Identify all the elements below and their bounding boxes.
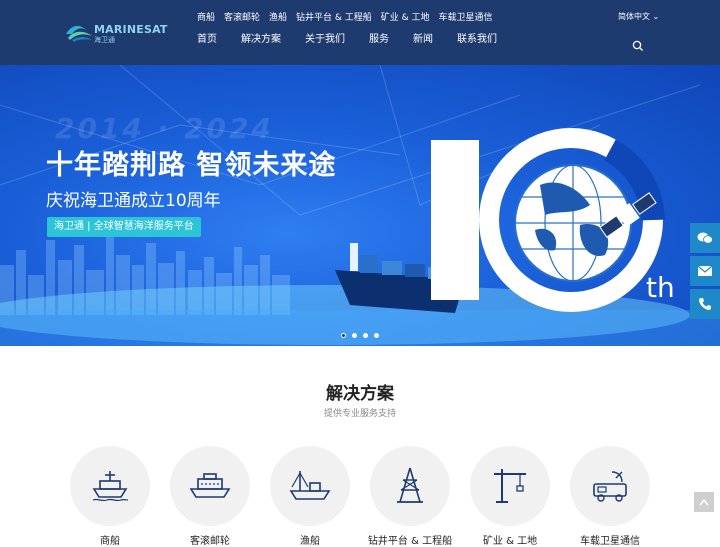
cruise-ship-icon xyxy=(189,473,231,498)
carousel-dot-2[interactable] xyxy=(352,333,357,338)
back-to-top-button[interactable] xyxy=(694,492,714,512)
nav-news[interactable]: 新闻 xyxy=(413,30,433,45)
solution-card-drilling[interactable] xyxy=(370,446,450,526)
vehicle-satellite-icon xyxy=(593,471,627,502)
phone-icon xyxy=(699,298,711,310)
solution-card-mining[interactable] xyxy=(470,446,550,526)
nav-about[interactable]: 关于我们 xyxy=(305,30,345,45)
solutions-grid xyxy=(70,446,652,526)
language-label: 简体中文 xyxy=(618,12,650,21)
svg-text:th: th xyxy=(646,271,675,304)
logo-wave-icon xyxy=(66,25,92,42)
top-link-vehicle[interactable]: 车载卫星通信 xyxy=(439,10,493,23)
top-links: 商船 客滚邮轮 渔船 钻井平台 & 工程船 矿业 & 工地 车载卫星通信 xyxy=(197,10,493,23)
solution-card-fishing[interactable] xyxy=(270,446,350,526)
wechat-button[interactable] xyxy=(690,223,720,253)
top-link-cruise[interactable]: 客滚邮轮 xyxy=(224,10,260,23)
cargo-ship-icon xyxy=(92,471,129,502)
mail-icon xyxy=(697,265,713,276)
site-header: MARINESAT 海卫通 商船 客滚邮轮 渔船 钻井平台 & 工程船 矿业 &… xyxy=(0,0,720,65)
search-icon xyxy=(632,40,643,51)
carousel-dot-1[interactable] xyxy=(341,333,346,338)
wechat-icon xyxy=(697,232,713,244)
phone-button[interactable] xyxy=(690,289,720,319)
top-link-mining[interactable]: 矿业 & 工地 xyxy=(381,10,430,23)
solution-card-merchant[interactable] xyxy=(70,446,150,526)
side-float-toolbar xyxy=(690,223,720,322)
solutions-title: 解决方案 xyxy=(326,384,394,404)
top-link-fishing[interactable]: 渔船 xyxy=(269,10,287,23)
drilling-rig-icon xyxy=(397,467,423,503)
language-selector[interactable]: 简体中文 ⌄ xyxy=(618,11,659,22)
solutions-subtitle: 提供专业服务支持 xyxy=(323,409,396,419)
carousel-dot-4[interactable] xyxy=(374,333,379,338)
carousel-dot-3[interactable] xyxy=(363,333,368,338)
solution-card-vehicle[interactable] xyxy=(570,446,650,526)
carousel-dots xyxy=(341,333,379,338)
solution-card-cruise[interactable] xyxy=(170,446,250,526)
nav-contact[interactable]: 联系我们 xyxy=(457,30,497,45)
chevron-up-icon xyxy=(699,498,709,506)
top-link-drilling[interactable]: 钻井平台 & 工程船 xyxy=(296,10,372,23)
nav-service[interactable]: 服务 xyxy=(369,30,389,45)
banner-title: 十年踏荆路 智领未来途 xyxy=(46,150,337,181)
main-nav: 首页 解决方案 关于我们 服务 新闻 联系我们 xyxy=(197,30,521,45)
banner-tag: 海卫通 | 全球智慧海洋服务平台 xyxy=(47,217,201,237)
banner-subtitle: 庆祝海卫通成立10周年 xyxy=(46,191,221,211)
banner-watermark: 2014 · 2024 xyxy=(55,112,274,145)
email-button[interactable] xyxy=(690,256,720,286)
search-button[interactable] xyxy=(632,37,644,51)
fishing-boat-icon xyxy=(289,471,331,500)
nav-home[interactable]: 首页 xyxy=(197,30,217,45)
hero-banner[interactable]: th 2014 · 2024 十年踏荆路 智领未来途 庆祝海卫通成立10周年 海… xyxy=(0,65,720,346)
chevron-down-icon: ⌄ xyxy=(652,12,660,21)
nav-solutions[interactable]: 解决方案 xyxy=(241,30,281,45)
top-link-merchant[interactable]: 商船 xyxy=(197,10,215,23)
logo-subtext: 海卫通 xyxy=(94,36,115,44)
site-logo[interactable]: MARINESAT 海卫通 xyxy=(64,20,168,46)
crane-icon xyxy=(494,469,526,503)
